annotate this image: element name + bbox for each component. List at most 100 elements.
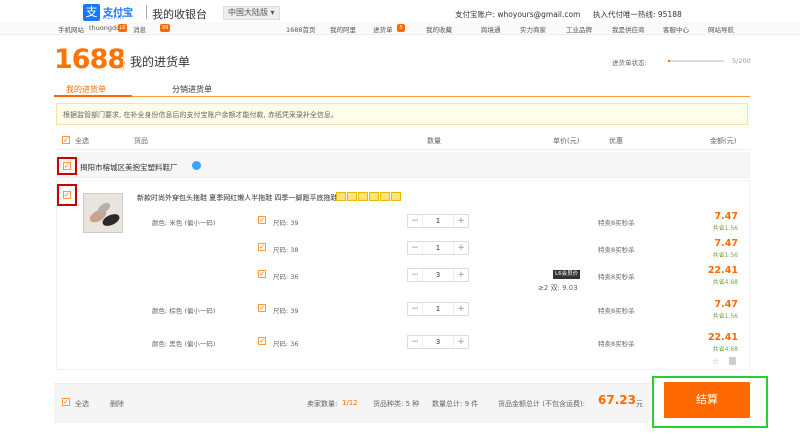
wangwang-chat-icon[interactable]	[192, 161, 201, 170]
nav-home[interactable]: 1688首页	[286, 24, 316, 34]
total-label: 货品金额总计 (不包含运费):	[498, 400, 586, 408]
col-discount: 优惠	[609, 137, 623, 145]
quantity-value[interactable]: 3	[422, 336, 454, 348]
service-icon	[347, 192, 357, 201]
alipay-logo-icon: 支	[83, 4, 100, 21]
nav-sitemap[interactable]: 网站导航	[708, 24, 734, 34]
tier-price: ≥2 双: 9.03	[538, 284, 578, 292]
variant-checkbox[interactable]: ✓	[258, 337, 266, 345]
checkout-button[interactable]: 结算	[664, 382, 750, 418]
nav-service[interactable]: 客服中心	[663, 24, 689, 34]
variant-size: 尺码: 39	[273, 219, 299, 227]
sellers-label: 卖家数量:	[307, 400, 338, 408]
promo-label: 特卖8买秒杀	[598, 219, 635, 227]
proxy-pay-link[interactable]: 执入代付	[593, 9, 623, 20]
increment-button[interactable]: +	[454, 304, 468, 316]
quantity-value[interactable]: 1	[422, 215, 454, 227]
promo-label: 特卖8买秒杀	[598, 273, 635, 281]
service-icon	[358, 192, 368, 201]
quantity-value[interactable]: 1	[422, 303, 454, 315]
quantity-stepper[interactable]: −3 +	[407, 268, 469, 282]
favorite-star-icon[interactable]: ☆	[712, 357, 719, 366]
col-unit-price: 单价(元)	[553, 137, 580, 145]
nav-cart[interactable]: 进货单	[373, 24, 393, 34]
decrement-button[interactable]: −	[408, 216, 422, 228]
decrement-button[interactable]: −	[408, 270, 422, 282]
logo-1688[interactable]: 1688	[54, 44, 126, 75]
hotline: 唯一热线: 95188	[623, 10, 682, 19]
total-currency: 元	[636, 400, 643, 408]
cart-capacity-value: 5/200	[732, 57, 751, 65]
alipay-logo-sub: ALIPAY	[103, 15, 126, 21]
nav-crossborder[interactable]: 跨境通	[481, 24, 501, 34]
total-amount: 67.23	[598, 393, 636, 407]
select-all-checkbox-top[interactable]: ✓	[62, 136, 70, 144]
variant-size: 尺码: 39	[273, 307, 299, 315]
variant-checkbox[interactable]: ✓	[258, 216, 266, 224]
quantity-stepper[interactable]: −1 +	[407, 241, 469, 255]
quantity-stepper[interactable]: −1 +	[407, 214, 469, 228]
variant-size: 尺码: 36	[273, 273, 299, 281]
line-amount: 7.47	[714, 238, 738, 249]
line-saved: 共省1.56	[712, 252, 738, 259]
logo-divider	[123, 50, 124, 70]
sellers-value: 1/12	[342, 399, 358, 407]
decrement-button[interactable]: −	[408, 304, 422, 316]
cart-capacity-label: 进货单状态:	[612, 59, 647, 67]
footer-select-all: 全选	[75, 400, 89, 408]
quantity-stepper[interactable]: −3 +	[407, 335, 469, 349]
member-price-badge: L6会员价	[553, 270, 581, 279]
service-icon	[369, 192, 379, 201]
variant-checkbox[interactable]: ✓	[258, 270, 266, 278]
vip-badge: L6	[118, 24, 127, 32]
service-icon	[380, 192, 390, 201]
page-title: 我的进货单	[130, 55, 191, 69]
col-quantity: 数量	[427, 137, 441, 145]
mobile-site-link[interactable]: 手机网站	[58, 24, 84, 34]
shop-name-link[interactable]: 揭阳市榕城区美抱宝塑料鞋厂	[80, 162, 178, 173]
messages-count-badge: 99	[160, 24, 171, 32]
nav-favorites[interactable]: 我的收藏	[426, 24, 452, 34]
col-amount: 金额(元)	[710, 137, 737, 145]
variant-checkbox[interactable]: ✓	[258, 243, 266, 251]
quantity-stepper[interactable]: −1 +	[407, 302, 469, 316]
messages-link[interactable]: 消息	[133, 24, 146, 34]
cashier-title: 我的收银台	[152, 8, 207, 21]
quantity-value[interactable]: 3	[422, 269, 454, 281]
increment-button[interactable]: +	[454, 270, 468, 282]
service-icon	[336, 192, 346, 201]
decrement-button[interactable]: −	[408, 337, 422, 349]
tab-divider	[54, 96, 750, 97]
decrement-button[interactable]: −	[408, 243, 422, 255]
delete-selected-link[interactable]: 删除	[110, 399, 124, 409]
increment-button[interactable]: +	[454, 243, 468, 255]
line-saved: 共省1.56	[712, 225, 738, 232]
nav-supplier[interactable]: 我是供应商	[612, 24, 645, 34]
table-header	[56, 129, 750, 150]
increment-button[interactable]: +	[454, 216, 468, 228]
select-all-checkbox-bottom[interactable]: ✓	[62, 398, 70, 406]
quantity-value[interactable]: 1	[422, 242, 454, 254]
promo-label: 特卖8买秒杀	[598, 246, 635, 254]
nav-strong-sellers[interactable]: 实力商家	[520, 24, 546, 34]
alipay-account: 支付宝账户: whoyours@gmail.com	[455, 10, 581, 19]
product-title-link[interactable]: 新款时尚外穿包头拖鞋 夏季网红懒人半拖鞋 四季一脚蹬平底拖鞋女	[137, 193, 344, 203]
product-checkbox[interactable]: ✓	[63, 191, 71, 199]
cart-count-badge: 5	[397, 24, 405, 32]
nav-my-ali[interactable]: 我的阿里	[330, 24, 356, 34]
kinds-total: 货品种类: 5 种	[373, 400, 420, 408]
cart-capacity-bar	[668, 60, 724, 62]
promo-label: 特卖8买秒杀	[598, 340, 635, 348]
tab-active-indicator	[54, 95, 132, 97]
shop-checkbox[interactable]: ✓	[63, 162, 71, 170]
increment-button[interactable]: +	[454, 337, 468, 349]
slipper-image-icon	[84, 194, 122, 232]
variant-checkbox[interactable]: ✓	[258, 304, 266, 312]
product-thumbnail[interactable]	[83, 193, 123, 233]
product-service-icons	[336, 192, 406, 202]
promo-label: 特卖8买秒杀	[598, 307, 635, 315]
region-select[interactable]: 中国大陆版 ▾	[223, 6, 280, 20]
trash-icon[interactable]	[729, 357, 736, 365]
line-saved: 共省4.68	[712, 279, 738, 286]
nav-industrial[interactable]: 工业品牌	[566, 24, 592, 34]
